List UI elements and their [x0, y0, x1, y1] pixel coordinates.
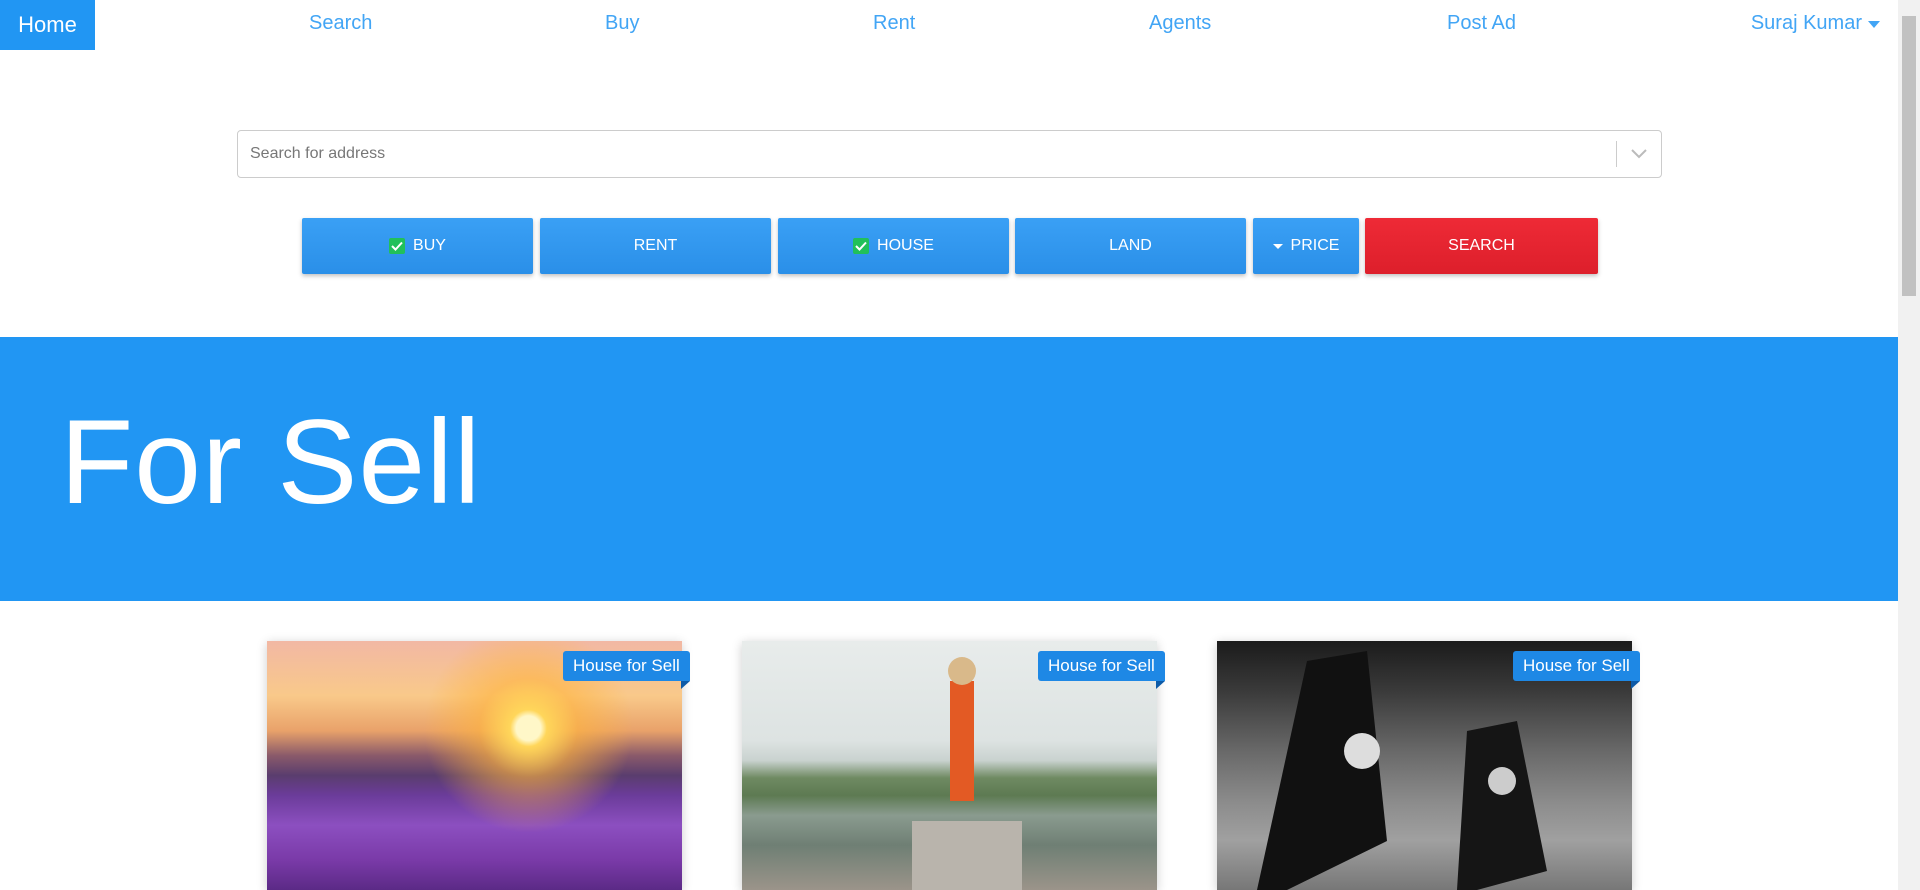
search-label: SEARCH	[1448, 237, 1515, 254]
nav-buy-link[interactable]: Buy	[605, 12, 639, 35]
listing-tag: House for Sell	[1038, 651, 1165, 689]
listing-tag: House for Sell	[563, 651, 690, 689]
land-label: LAND	[1109, 237, 1152, 254]
buy-toggle-button[interactable]: BUY	[302, 218, 533, 274]
user-menu[interactable]: Suraj Kumar	[1751, 12, 1880, 35]
house-toggle-button[interactable]: HOUSE	[778, 218, 1009, 274]
listing-tag: House for Sell	[1513, 651, 1640, 689]
price-dropdown-button[interactable]: PRICE	[1253, 218, 1359, 274]
rent-label: RENT	[633, 237, 678, 254]
nav-home-link[interactable]: Home	[0, 0, 95, 50]
address-search[interactable]	[237, 130, 1662, 178]
nav-post-ad-link[interactable]: Post Ad	[1447, 12, 1516, 35]
search-button[interactable]: SEARCH	[1365, 218, 1598, 274]
price-label: PRICE	[1290, 237, 1340, 254]
top-navbar: Home Search Buy Rent Agents Post Ad Sura…	[0, 0, 1898, 50]
rent-toggle-button[interactable]: RENT	[540, 218, 771, 274]
user-name: Suraj Kumar	[1750, 12, 1862, 34]
nav-rent-link[interactable]: Rent	[873, 12, 915, 35]
land-toggle-button[interactable]: LAND	[1015, 218, 1246, 274]
page-scrollbar[interactable]	[1898, 0, 1920, 890]
address-search-input[interactable]	[238, 131, 1616, 177]
nav-search-link[interactable]: Search	[309, 12, 372, 35]
chevron-down-icon[interactable]	[1617, 131, 1661, 177]
dropdown-caret-icon	[1272, 243, 1283, 249]
checkmark-icon	[853, 238, 870, 254]
scrollbar-thumb[interactable]	[1902, 16, 1916, 296]
banner-title: For Sell	[60, 395, 482, 529]
buy-label: BUY	[413, 237, 446, 254]
for-sell-banner: For Sell	[0, 337, 1898, 601]
caret-down-icon	[1868, 21, 1880, 28]
checkmark-icon	[389, 238, 406, 254]
nav-agents-link[interactable]: Agents	[1149, 12, 1211, 35]
house-label: HOUSE	[877, 237, 934, 254]
